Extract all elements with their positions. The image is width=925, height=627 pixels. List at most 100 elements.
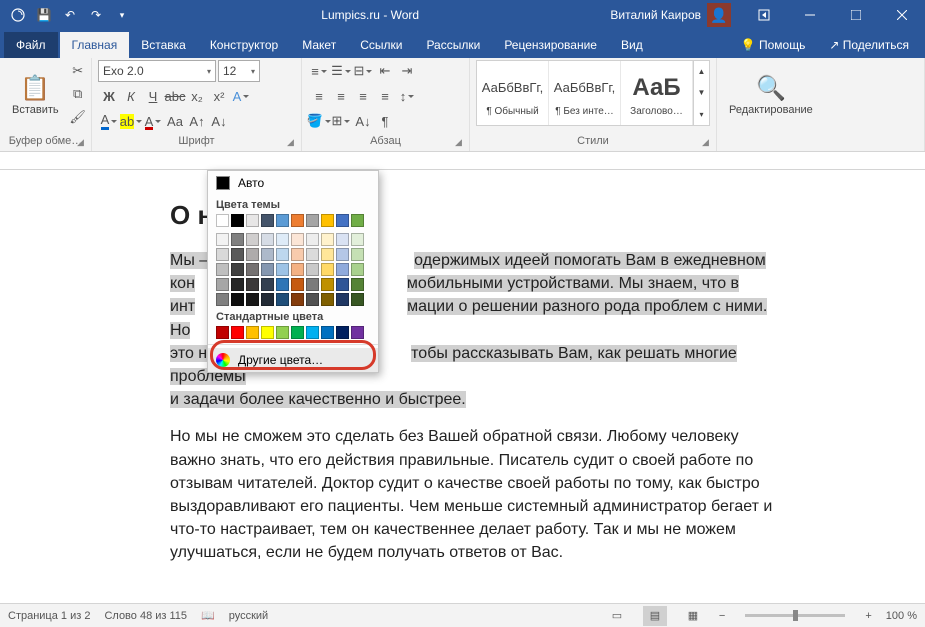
paste-button[interactable]: 📋 Вставить (6, 60, 65, 128)
multilevel-button[interactable]: ⊟ (352, 60, 374, 82)
color-swatch[interactable] (336, 293, 349, 306)
color-swatch[interactable] (351, 293, 364, 306)
color-swatch[interactable] (306, 326, 319, 339)
view-print-icon[interactable]: ▤ (643, 606, 667, 626)
color-swatch[interactable] (276, 263, 289, 276)
color-swatch[interactable] (306, 263, 319, 276)
user-account[interactable]: Виталий Каиров 👤 (600, 3, 741, 27)
color-swatch[interactable] (291, 214, 304, 227)
minimize-button[interactable] (787, 0, 833, 30)
color-swatch[interactable] (216, 214, 229, 227)
color-swatch[interactable] (246, 214, 259, 227)
align-center-button[interactable]: ≡ (330, 85, 352, 107)
color-swatch[interactable] (261, 293, 274, 306)
color-swatch[interactable] (306, 248, 319, 261)
color-swatch[interactable] (336, 278, 349, 291)
change-case-button[interactable]: Aa (164, 110, 186, 132)
color-swatch[interactable] (291, 248, 304, 261)
color-swatch[interactable] (321, 293, 334, 306)
tab-file[interactable]: Файл (4, 32, 58, 58)
color-swatch[interactable] (291, 278, 304, 291)
color-swatch[interactable] (291, 293, 304, 306)
align-right-button[interactable]: ≡ (352, 85, 374, 107)
color-swatch[interactable] (321, 263, 334, 276)
color-swatch[interactable] (276, 326, 289, 339)
font-size-combo[interactable]: 12▾ (218, 60, 260, 82)
view-web-icon[interactable]: ▦ (681, 606, 705, 626)
color-swatch[interactable] (321, 248, 334, 261)
ruler[interactable] (0, 152, 925, 170)
format-painter-icon[interactable]: 🖌 (67, 106, 89, 128)
strike-button[interactable]: abc (164, 85, 186, 107)
color-swatch[interactable] (351, 233, 364, 246)
styles-more[interactable]: ▾ (694, 104, 709, 125)
view-read-icon[interactable]: ▭ (605, 606, 629, 626)
borders-button[interactable]: ⊞ (330, 110, 352, 132)
color-swatch[interactable] (231, 248, 244, 261)
zoom-out-button[interactable]: − (719, 610, 725, 622)
color-swatch[interactable] (246, 248, 259, 261)
style-no-spacing[interactable]: АаБбВвГг,¶ Без инте… (549, 61, 621, 125)
save-icon[interactable]: 💾 (32, 3, 56, 27)
sort-button[interactable]: A↓ (352, 110, 374, 132)
color-swatch[interactable] (321, 278, 334, 291)
color-swatch[interactable] (306, 278, 319, 291)
color-swatch[interactable] (321, 214, 334, 227)
style-normal[interactable]: АаБбВвГг,¶ Обычный (477, 61, 549, 125)
tab-references[interactable]: Ссылки (348, 32, 414, 58)
color-swatch[interactable] (216, 248, 229, 261)
clipboard-launcher[interactable]: ◢ (77, 137, 89, 149)
color-swatch[interactable] (351, 214, 364, 227)
color-swatch[interactable] (231, 214, 244, 227)
document-area[interactable]: О на Мы –одержимых идеей помогать Вам в … (0, 170, 925, 603)
color-swatch[interactable] (231, 293, 244, 306)
show-marks-button[interactable]: ¶ (374, 110, 396, 132)
tab-help[interactable]: Помощь (729, 32, 818, 58)
color-swatch[interactable] (231, 326, 244, 339)
tab-mailings[interactable]: Рассылки (414, 32, 492, 58)
color-swatch[interactable] (231, 278, 244, 291)
color-swatch[interactable] (231, 233, 244, 246)
color-swatch[interactable] (231, 263, 244, 276)
color-swatch[interactable] (306, 233, 319, 246)
color-swatch[interactable] (351, 263, 364, 276)
grow-font-button[interactable]: A↑ (186, 110, 208, 132)
color-swatch[interactable] (306, 214, 319, 227)
color-auto[interactable]: Авто (208, 171, 378, 195)
align-left-button[interactable]: ≡ (308, 85, 330, 107)
color-swatch[interactable] (261, 278, 274, 291)
page-indicator[interactable]: Страница 1 из 2 (8, 610, 90, 622)
copy-icon[interactable]: ⧉ (67, 83, 89, 105)
tab-review[interactable]: Рецензирование (492, 32, 609, 58)
ribbon-options-icon[interactable] (741, 0, 787, 30)
color-swatch[interactable] (216, 326, 229, 339)
color-swatch[interactable] (336, 248, 349, 261)
color-swatch[interactable] (246, 293, 259, 306)
tab-layout[interactable]: Макет (290, 32, 348, 58)
italic-button[interactable]: К (120, 85, 142, 107)
numbering-button[interactable]: ☰ (330, 60, 352, 82)
language-indicator[interactable]: русский (229, 610, 268, 622)
color-swatch[interactable] (261, 248, 274, 261)
color-swatch[interactable] (306, 293, 319, 306)
color-swatch[interactable] (216, 278, 229, 291)
word-count[interactable]: Слово 48 из 115 (104, 610, 187, 622)
tab-design[interactable]: Конструктор (198, 32, 290, 58)
color-swatch[interactable] (261, 233, 274, 246)
styles-launcher[interactable]: ◢ (702, 137, 714, 149)
color-swatch[interactable] (321, 233, 334, 246)
color-swatch[interactable] (246, 263, 259, 276)
color-swatch[interactable] (246, 326, 259, 339)
superscript-button[interactable]: x² (208, 85, 230, 107)
color-swatch[interactable] (276, 214, 289, 227)
decrease-indent-button[interactable]: ⇤ (374, 60, 396, 82)
font-color-button[interactable]: A (142, 110, 164, 132)
font-launcher[interactable]: ◢ (287, 137, 299, 149)
style-heading1[interactable]: АаБЗаголово… (621, 61, 693, 125)
cut-icon[interactable]: ✂ (67, 60, 89, 82)
autosave-toggle[interactable] (6, 3, 30, 27)
color-swatch[interactable] (336, 326, 349, 339)
color-swatch[interactable] (261, 326, 274, 339)
share-button[interactable]: ↗ Поделиться (817, 32, 921, 58)
styles-up[interactable]: ▲ (694, 61, 709, 82)
